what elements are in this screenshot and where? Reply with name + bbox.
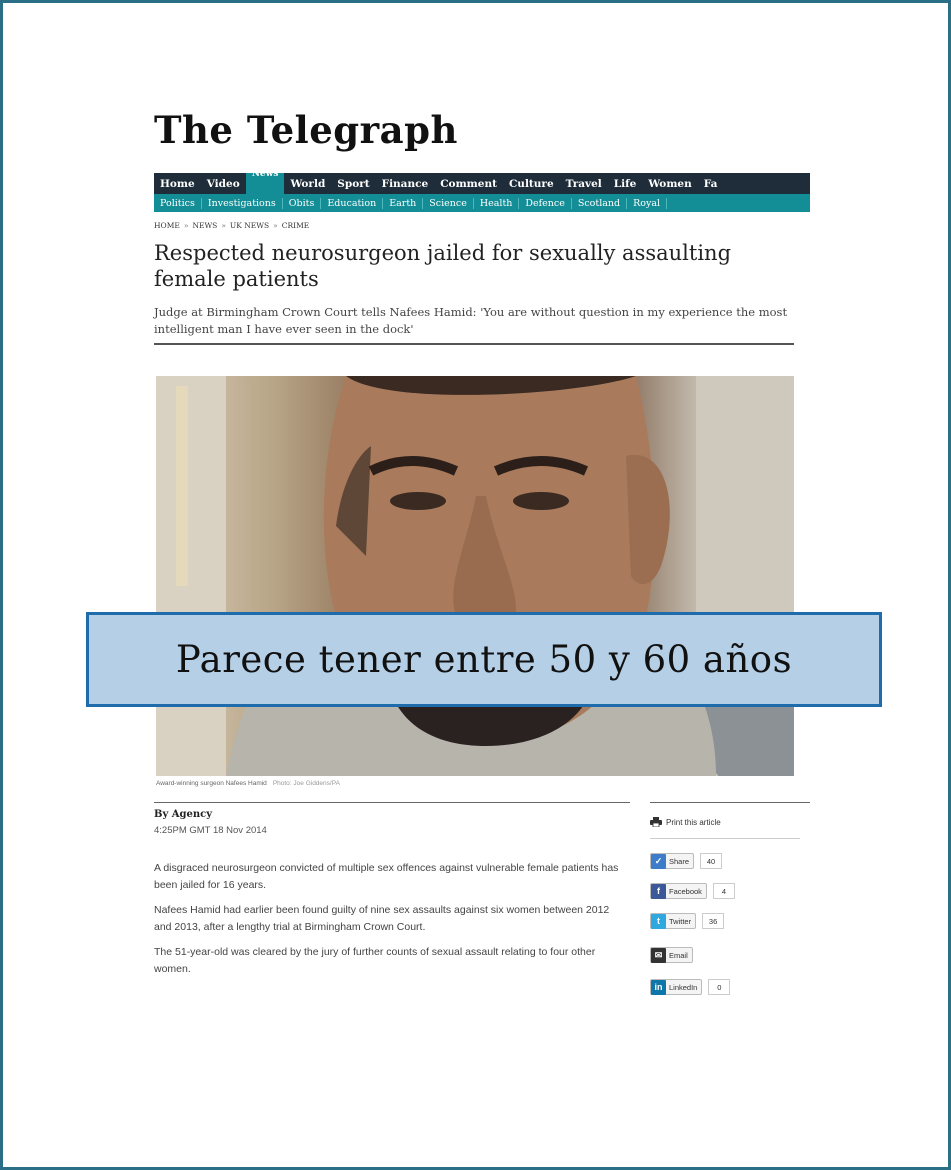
masthead-logo: The Telegraph	[154, 108, 458, 152]
article-body: A disgraced neurosurgeon convicted of mu…	[154, 860, 624, 986]
subnav-item-earth[interactable]: Earth	[383, 197, 424, 209]
printer-icon	[650, 817, 662, 828]
nav-item-culture[interactable]: Culture	[503, 178, 560, 190]
photo-caption: Award-winning surgeon Nafees Hamid Photo:…	[156, 780, 340, 787]
caption-text: Award-winning surgeon Nafees Hamid	[156, 780, 267, 787]
email-share-button[interactable]: ✉ Email	[650, 947, 693, 963]
nav-item-sport[interactable]: Sport	[331, 178, 375, 190]
breadcrumb-home[interactable]: HOME	[154, 221, 180, 230]
share-count: 40	[700, 853, 723, 869]
breadcrumb-separator: »	[183, 221, 189, 230]
body-paragraph: Nafees Hamid had earlier been found guil…	[154, 904, 610, 933]
breadcrumb-uk-news[interactable]: UK NEWS	[230, 221, 269, 230]
breadcrumb-crime[interactable]: CRIME	[282, 221, 310, 230]
breadcrumb-separator: »	[221, 221, 226, 230]
share-label: Share	[669, 856, 690, 866]
nav-item-comment[interactable]: Comment	[434, 178, 503, 190]
facebook-share-button[interactable]: f Facebook 4	[650, 883, 735, 899]
email-label: Email	[669, 950, 688, 960]
subnav-item-scotland[interactable]: Scotland	[572, 197, 628, 209]
nav-item-home[interactable]: Home	[154, 178, 201, 190]
body-paragraph: A disgraced neurosurgeon convicted of mu…	[154, 862, 619, 891]
share-share-button[interactable]: ✓ Share 40	[650, 853, 723, 869]
article-standfirst: Judge at Birmingham Crown Court tells Na…	[154, 305, 788, 336]
subnav-item-obits[interactable]: Obits	[283, 197, 322, 209]
linkedin-count: 0	[708, 979, 731, 995]
nav-item-women[interactable]: Women	[642, 178, 697, 190]
subnav-item-royal[interactable]: Royal	[627, 197, 668, 209]
age-callout-box: Parece tener entre 50 y 60 años	[86, 612, 882, 707]
nav-item-finance[interactable]: Finance	[376, 178, 435, 190]
print-article-button[interactable]: Print this article	[650, 817, 721, 828]
share-panel: Print this article ✓ Share 40 f Facebook 4 t Tw…	[650, 802, 810, 1053]
share-icon: ✓	[651, 853, 666, 869]
twitter-button-face: t Twitter	[650, 913, 697, 929]
breadcrumb-separator: »	[273, 221, 278, 230]
breadcrumb: HOME » NEWS » UK NEWS » CRIME	[154, 221, 309, 230]
article-photo	[156, 376, 794, 776]
nav-item-video[interactable]: Video	[201, 178, 246, 190]
primary-nav: Home Video News World Sport Finance Comment Cul…	[154, 173, 810, 194]
linkedin-label: LinkedIn	[669, 982, 698, 992]
body-paragraph: The 51-year-old was cleared by the jury …	[154, 946, 596, 975]
subnav-item-investigations[interactable]: Investigations	[202, 197, 283, 209]
print-article-label: Print this article	[666, 817, 721, 827]
nav-item-news[interactable]: News	[245, 173, 285, 194]
twitter-label: Twitter	[669, 916, 692, 926]
facebook-button-face: f Facebook	[650, 883, 707, 899]
headline-divider	[154, 343, 794, 345]
breadcrumb-news[interactable]: NEWS	[192, 221, 217, 230]
share-button-face: ✓ Share	[650, 853, 695, 869]
email-button-face: ✉ Email	[650, 947, 693, 963]
nav-item-life[interactable]: Life	[608, 178, 643, 190]
article-timestamp: 4:25PM GMT 18 Nov 2014	[154, 825, 267, 836]
photo-credit: Photo: Joe Giddens/PA	[272, 780, 340, 787]
subnav-item-science[interactable]: Science	[423, 197, 474, 209]
facebook-count: 4	[712, 883, 735, 899]
article-headline: Respected neurosurgeon jailed for sexual…	[154, 241, 732, 291]
facebook-label: Facebook	[669, 886, 702, 896]
byline-divider	[154, 802, 630, 803]
subnav-item-defence[interactable]: Defence	[519, 197, 572, 209]
nav-item-travel[interactable]: Travel	[560, 178, 608, 190]
secondary-nav: Politics Investigations Obits Education Eart…	[154, 194, 810, 212]
subnav-item-politics[interactable]: Politics	[154, 197, 202, 209]
share-divider	[650, 838, 800, 839]
age-callout-text: Parece tener entre 50 y 60 años	[175, 638, 793, 681]
nav-item-fa[interactable]: Fa	[698, 178, 724, 190]
subnav-item-health[interactable]: Health	[474, 197, 520, 209]
facebook-icon: f	[651, 883, 666, 899]
linkedin-icon: in	[651, 979, 666, 995]
article-byline[interactable]: By Agency	[154, 809, 212, 820]
twitter-icon: t	[651, 913, 666, 929]
subnav-item-education[interactable]: Education	[321, 197, 384, 209]
twitter-count: 36	[702, 913, 725, 929]
nav-item-world[interactable]: World	[284, 178, 331, 190]
email-icon: ✉	[651, 947, 666, 963]
linkedin-button-face: in LinkedIn	[650, 979, 703, 995]
twitter-share-button[interactable]: t Twitter 36	[650, 913, 725, 929]
article-screenshot: The Telegraph Home Video News World Sport Fin…	[150, 100, 810, 1060]
linkedin-share-button[interactable]: in LinkedIn 0	[650, 979, 731, 995]
portrait-illustration	[156, 376, 794, 776]
